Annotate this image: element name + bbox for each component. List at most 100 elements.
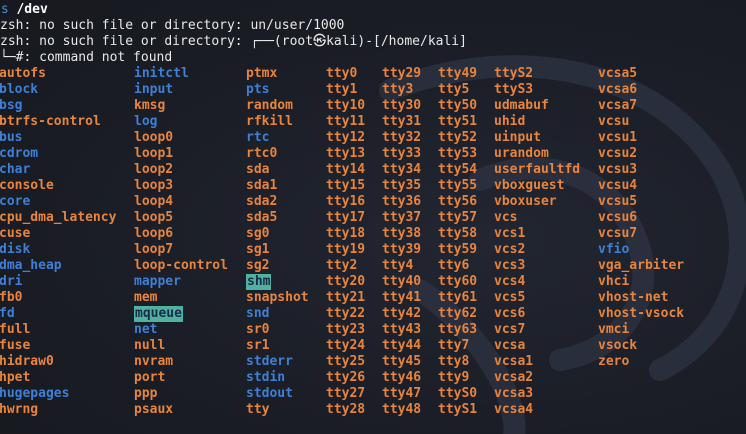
device-file-entry: full: [0, 322, 31, 337]
device-file-entry: tty25: [326, 354, 366, 369]
device-file-entry: tty51: [438, 114, 478, 129]
device-file-entry: loop3: [134, 178, 174, 193]
device-file-entry: hpet: [0, 370, 31, 385]
device-file-entry: uhid: [494, 114, 526, 129]
directory-entry: core: [0, 194, 31, 209]
directory-entry: stderr: [246, 354, 293, 369]
directory-entry: mapper: [134, 274, 181, 289]
directory-entry: dri: [0, 274, 23, 289]
terminal-window[interactable]: ls /dev zsh: no such file or directory: …: [0, 0, 746, 434]
directory-entry: cdrom: [0, 146, 39, 161]
device-file-entry: vcsu3: [598, 162, 638, 177]
directory-entry: rtc: [246, 130, 270, 145]
device-file-entry: vboxuser: [494, 194, 557, 209]
device-file-entry: tty2: [326, 258, 358, 273]
device-file-entry: tty41: [382, 290, 422, 305]
device-file-entry: sr0: [246, 322, 270, 337]
device-file-entry: tty20: [326, 274, 366, 289]
device-file-entry: vga_arbiter: [598, 258, 685, 273]
device-file-entry: tty60: [438, 274, 478, 289]
device-file-entry: tty35: [382, 178, 422, 193]
device-file-entry: vcsu: [598, 114, 630, 129]
device-file-entry: sda: [246, 162, 270, 177]
device-file-entry: snapshot: [246, 290, 309, 305]
device-file-entry: nvram: [134, 354, 174, 369]
device-file-entry: vcsu2: [598, 146, 638, 161]
device-file-entry: udmabuf: [494, 98, 549, 113]
device-file-entry: tty53: [438, 146, 478, 161]
error-line: zsh: no such file or directory: un/user/…: [0, 18, 345, 33]
device-file-entry: tty54: [438, 162, 478, 177]
device-file-entry: tty46: [382, 370, 422, 385]
device-file-entry: ttyS3: [494, 82, 534, 97]
device-file-entry: tty10: [326, 98, 366, 113]
device-file-entry: vboxguest: [494, 178, 565, 193]
device-file-entry: autofs: [0, 66, 46, 81]
command-name: ls: [0, 2, 9, 17]
device-file-entry: ptmx: [246, 66, 278, 81]
device-file-entry: tty8: [438, 354, 470, 369]
device-file-entry: vcs6: [494, 306, 526, 321]
device-file-entry: tty13: [326, 146, 366, 161]
device-file-entry: loop6: [134, 226, 174, 241]
device-file-entry: ppp: [134, 386, 158, 401]
device-file-entry: vcsu1: [598, 130, 638, 145]
directory-entry: stdin: [246, 370, 286, 385]
device-file-entry: uinput: [494, 130, 541, 145]
device-file-entry: tty61: [438, 290, 478, 305]
prompt-line: ls /dev: [0, 2, 467, 18]
device-file-entry: vcsa7: [598, 98, 638, 113]
device-file-entry: ttyS0: [438, 386, 478, 401]
device-file-entry: vcsa5: [598, 66, 638, 81]
device-file-entry: vcsa6: [598, 82, 638, 97]
device-file-entry: tty24: [326, 338, 366, 353]
device-file-entry: random: [246, 98, 293, 113]
device-file-entry: tty48: [382, 402, 422, 417]
device-file-entry: console: [0, 178, 54, 193]
device-file-entry: vcsa3: [494, 386, 534, 401]
directory-entry: mqueue: [134, 306, 183, 322]
device-file-entry: loop0: [134, 130, 174, 145]
device-file-entry: vcs1: [494, 226, 526, 241]
device-file-entry: tty32: [382, 130, 422, 145]
device-file-entry: sg1: [246, 242, 270, 257]
device-file-entry: tty: [246, 402, 270, 417]
device-file-entry: tty29: [382, 66, 422, 81]
device-file-entry: ttyS1: [438, 402, 478, 417]
device-file-entry: vcs3: [494, 258, 526, 273]
directory-entry: char: [0, 162, 31, 177]
device-file-entry: tty23: [326, 322, 366, 337]
directory-entry: bus: [0, 130, 23, 145]
device-file-entry: tty19: [326, 242, 366, 257]
error-line: └─#: command not found: [0, 50, 173, 65]
device-file-entry: cpu_dma_latency: [0, 210, 117, 225]
directory-entry: input: [134, 82, 174, 97]
device-file-entry: vcsu4: [598, 178, 638, 193]
device-file-entry: vcsa1: [494, 354, 534, 369]
device-file-entry: loop7: [134, 242, 174, 257]
device-file-entry: tty12: [326, 130, 366, 145]
directory-entry: log: [134, 114, 158, 129]
device-file-entry: hidraw0: [0, 354, 54, 369]
device-file-entry: tty39: [382, 242, 422, 257]
device-file-entry: tty47: [382, 386, 422, 401]
device-file-entry: fuse: [0, 338, 31, 353]
device-file-entry: sg0: [246, 226, 270, 241]
device-file-entry: tty37: [382, 210, 422, 225]
directory-entry: snd: [246, 306, 270, 321]
device-file-entry: tty4: [382, 258, 414, 273]
device-file-entry: tty45: [382, 354, 422, 369]
device-file-entry: vcsa: [494, 338, 526, 353]
device-file-entry: tty7: [438, 338, 470, 353]
device-file-entry: tty3: [382, 82, 414, 97]
directory-entry: shm: [246, 274, 272, 290]
device-file-entry: loop-control: [134, 258, 228, 273]
device-file-entry: vcsu7: [598, 226, 638, 241]
device-file-entry: tty22: [326, 306, 366, 321]
device-file-entry: vcs5: [494, 290, 526, 305]
device-file-entry: vsock: [598, 338, 638, 353]
device-file-entry: ttyS2: [494, 66, 534, 81]
directory-entry: initctl: [134, 66, 189, 81]
device-file-entry: tty58: [438, 226, 478, 241]
device-file-entry: tty21: [326, 290, 366, 305]
